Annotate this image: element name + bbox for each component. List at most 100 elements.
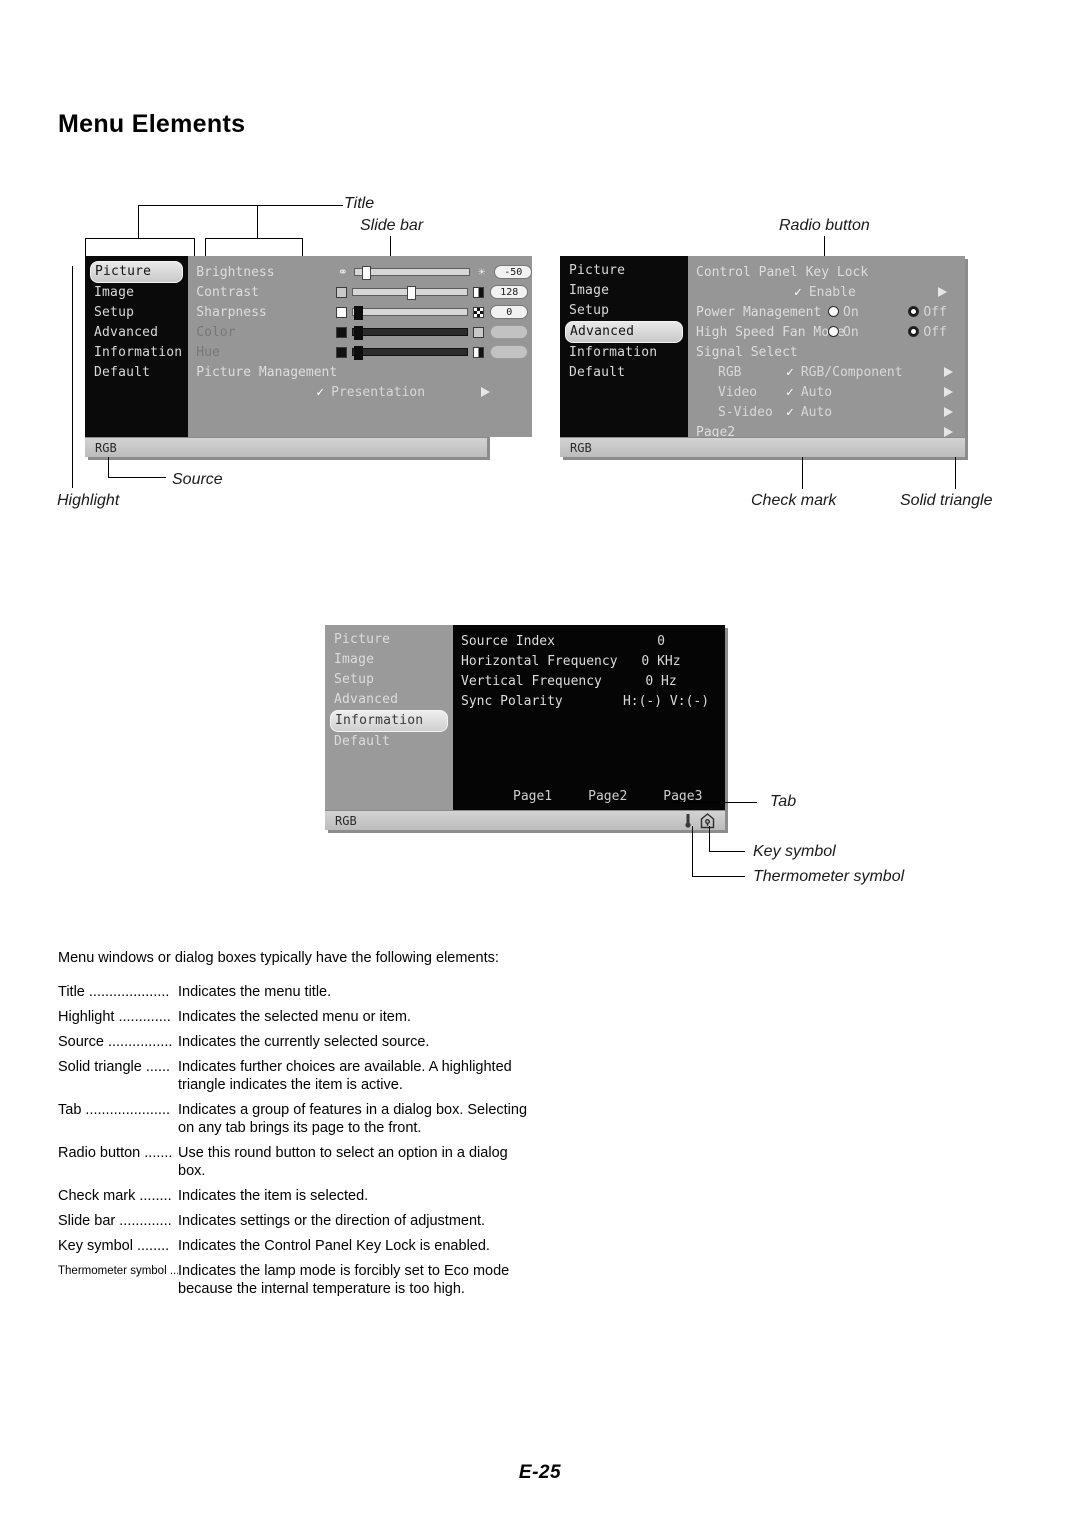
description-item: Radio button ....... Use this round butt… bbox=[58, 1144, 538, 1180]
row-contrast[interactable]: Contrast 128 bbox=[188, 282, 532, 302]
description-item: Source ................ Indicates the cu… bbox=[58, 1033, 538, 1051]
osd-body: Picture Image Setup Advanced Information… bbox=[560, 256, 965, 440]
sidebar-item-picture[interactable]: Picture bbox=[560, 261, 688, 281]
osd-sidebar: Picture Image Setup Advanced Information… bbox=[325, 625, 453, 810]
row-picture-management[interactable]: Picture Management bbox=[188, 362, 532, 382]
slider-knob[interactable] bbox=[354, 306, 364, 320]
row-brightness[interactable]: Brightness ⚭ ☀ -50 bbox=[188, 262, 533, 282]
row-label: Control Panel Key Lock bbox=[696, 264, 869, 280]
row-signal-select[interactable]: Signal Select bbox=[688, 342, 965, 362]
footer-icons bbox=[682, 813, 715, 829]
solid-triangle-icon[interactable] bbox=[944, 387, 953, 397]
description-term: Radio button ....... bbox=[58, 1145, 173, 1161]
slide-bar-hue bbox=[336, 346, 485, 360]
tab-page1[interactable]: Page1 bbox=[513, 789, 552, 804]
solid-triangle-icon[interactable] bbox=[944, 367, 953, 377]
callout-solid-triangle: Solid triangle bbox=[900, 492, 993, 509]
radio-group-power-management[interactable]: On Off bbox=[828, 305, 947, 320]
row-hue: Hue bbox=[188, 342, 532, 362]
description-definition: Indicates further choices are available.… bbox=[178, 1059, 512, 1093]
picture-management-value: Presentation bbox=[331, 384, 426, 400]
bulb-bright-icon: ☀ bbox=[478, 265, 486, 279]
description-definition: Indicates settings or the direction of a… bbox=[178, 1213, 486, 1229]
slider-track[interactable] bbox=[354, 266, 471, 280]
callout-thermometer-symbol: Thermometer symbol bbox=[753, 868, 905, 885]
row-signal-video[interactable]: Video ✓ Auto bbox=[688, 382, 965, 402]
signal-svideo-value: Auto bbox=[800, 404, 833, 420]
leader-line bbox=[85, 238, 86, 257]
row-signal-rgb[interactable]: RGB ✓ RGB/Component bbox=[688, 362, 965, 382]
row-label: Vertical Frequency bbox=[461, 673, 602, 689]
row-value: 0 bbox=[657, 633, 665, 649]
leader-line bbox=[85, 238, 195, 239]
slider-track[interactable] bbox=[352, 286, 469, 300]
description-definition: Indicates a group of features in a dialo… bbox=[178, 1102, 528, 1136]
radio-on-icon[interactable] bbox=[828, 305, 839, 317]
check-mark-icon: ✓ bbox=[786, 364, 794, 380]
leader-line bbox=[709, 851, 745, 852]
slider-knob bbox=[354, 346, 364, 360]
row-label: Source Index bbox=[461, 633, 555, 649]
row-control-panel-key-lock[interactable]: Control Panel Key Lock bbox=[688, 262, 965, 282]
sidebar-item-setup[interactable]: Setup bbox=[325, 670, 453, 690]
sidebar-item-image[interactable]: Image bbox=[560, 281, 688, 301]
sidebar-item-advanced[interactable]: Advanced bbox=[325, 690, 453, 710]
sidebar-item-default[interactable]: Default bbox=[85, 363, 188, 383]
slider-knob[interactable] bbox=[362, 266, 372, 280]
row-sharpness[interactable]: Sharpness 0 bbox=[188, 302, 532, 322]
row-label: Signal Select bbox=[696, 344, 798, 360]
slide-bar-sharpness[interactable] bbox=[336, 306, 485, 320]
row-signal-svideo[interactable]: S-Video ✓ Auto bbox=[688, 402, 965, 422]
leader-line bbox=[194, 238, 195, 257]
sidebar-item-setup[interactable]: Setup bbox=[85, 303, 188, 323]
leader-line bbox=[72, 266, 73, 488]
signal-rgb-value: RGB/Component bbox=[800, 364, 903, 380]
sidebar-item-information[interactable]: Information bbox=[560, 343, 688, 363]
sidebar-item-advanced[interactable]: Advanced bbox=[85, 323, 188, 343]
callout-key-symbol: Key symbol bbox=[753, 843, 836, 860]
sidebar-item-picture[interactable]: Picture bbox=[90, 261, 184, 283]
sidebar-item-default[interactable]: Default bbox=[560, 363, 688, 383]
osd-footer: RGB bbox=[85, 437, 487, 457]
sidebar-item-information[interactable]: Information bbox=[85, 343, 188, 363]
row-label: Video bbox=[718, 384, 758, 400]
description-definition: Indicates the currently selected source. bbox=[178, 1034, 430, 1050]
sidebar-item-advanced[interactable]: Advanced bbox=[565, 321, 683, 343]
radio-off-icon[interactable] bbox=[908, 305, 920, 317]
row-key-lock-value[interactable]: ✓ Enable bbox=[688, 282, 965, 302]
high-contrast-icon bbox=[473, 286, 485, 298]
sidebar-item-image[interactable]: Image bbox=[325, 650, 453, 670]
value-contrast: 128 bbox=[490, 285, 529, 299]
slide-bar-brightness[interactable]: ⚭ ☀ bbox=[336, 265, 488, 280]
sidebar-item-setup[interactable]: Setup bbox=[560, 301, 688, 321]
sidebar-item-picture[interactable]: Picture bbox=[325, 630, 453, 650]
description-item: Highlight ............. Indicates the se… bbox=[58, 1008, 538, 1026]
description-item: Key symbol ........ Indicates the Contro… bbox=[58, 1237, 538, 1255]
solid-triangle-icon[interactable] bbox=[937, 287, 947, 297]
signal-video-value: Auto bbox=[800, 384, 833, 400]
radio-off-icon[interactable] bbox=[908, 325, 920, 337]
solid-triangle-icon[interactable] bbox=[944, 427, 953, 437]
solid-triangle-icon[interactable] bbox=[944, 407, 953, 417]
check-mark-icon: ✓ bbox=[786, 384, 794, 400]
osd-window-picture: Picture Image Setup Advanced Information… bbox=[85, 256, 533, 457]
sharp-icon bbox=[473, 306, 485, 318]
sidebar-item-information[interactable]: Information bbox=[330, 710, 448, 732]
radio-group-fan-mode[interactable]: On Off bbox=[828, 325, 947, 340]
slider-knob[interactable] bbox=[407, 286, 417, 300]
row-picture-management-value[interactable]: ✓ Presentation bbox=[188, 382, 532, 402]
row-power-management[interactable]: Power Management On Off bbox=[688, 302, 965, 322]
radio-on-icon[interactable] bbox=[828, 325, 839, 337]
description-term: Thermometer symbol ... bbox=[58, 1265, 178, 1277]
slide-bar-color bbox=[336, 326, 485, 340]
description-term: Title .................... bbox=[58, 984, 170, 1000]
slide-bar-contrast[interactable] bbox=[336, 286, 485, 300]
row-high-speed-fan-mode[interactable]: High Speed Fan Mode On Off bbox=[688, 322, 965, 342]
sidebar-item-image[interactable]: Image bbox=[85, 283, 188, 303]
sidebar-item-default[interactable]: Default bbox=[325, 732, 453, 752]
tab-page2[interactable]: Page2 bbox=[588, 789, 627, 804]
value-hue bbox=[490, 345, 529, 359]
slider-track[interactable] bbox=[352, 306, 469, 320]
solid-triangle-icon[interactable] bbox=[481, 387, 491, 397]
callout-slide-bar: Slide bar bbox=[360, 217, 424, 234]
